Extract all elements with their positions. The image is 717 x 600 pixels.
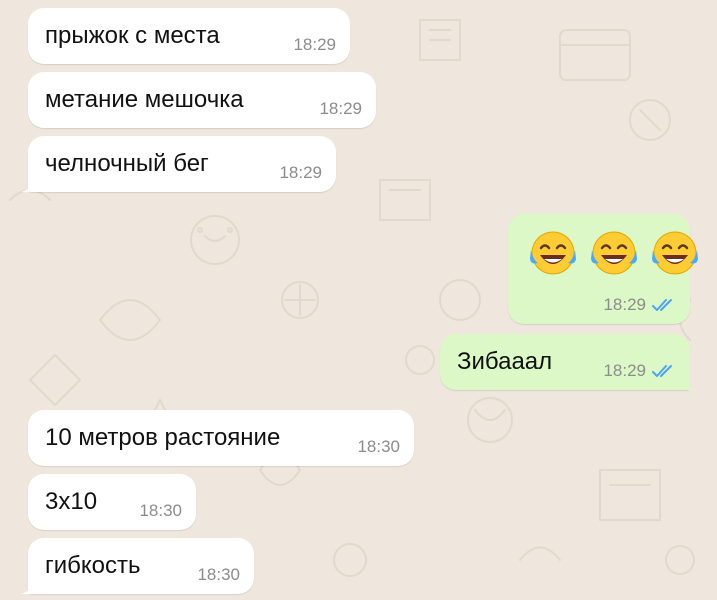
message-text: метание мешочка (45, 86, 244, 113)
laughing-tears-emoji (652, 231, 698, 275)
message-meta: 18:30 (357, 437, 400, 457)
message-time: 18:30 (197, 565, 240, 584)
message-text: гибкость (45, 552, 141, 579)
laughing-tears-emoji (530, 231, 576, 275)
message-bubble-outgoing[interactable]: 18:29 (508, 214, 698, 324)
emoji-row (528, 228, 711, 278)
message-bubble-incoming[interactable]: гибкость 18:30 (21, 538, 254, 594)
message-time: 18:30 (357, 437, 400, 456)
message-time: 18:29 (279, 163, 322, 182)
read-ticks-icon (652, 299, 672, 311)
message-meta: 18:29 (293, 35, 336, 55)
message-meta: 18:29 (279, 163, 322, 183)
message-time: 18:29 (603, 361, 646, 380)
message-meta: 18:30 (197, 565, 240, 585)
message-text: прыжок с места (45, 22, 220, 49)
message-bubble-incoming[interactable]: прыжок с места 18:29 (28, 8, 350, 64)
message-time: 18:29 (293, 35, 336, 54)
message-meta: 18:29 (603, 361, 676, 381)
message-bubble-incoming[interactable]: челночный бег 18:29 (21, 136, 336, 192)
message-meta: 18:29 (603, 295, 676, 315)
message-time: 18:29 (319, 99, 362, 118)
message-text: 10 метров растояние (45, 424, 281, 451)
message-bubble-outgoing[interactable]: Зибааал 18:29 (440, 334, 697, 390)
message-list[interactable]: прыжок с места 18:29 метание мешочка 18:… (0, 0, 717, 600)
message-bubble-incoming[interactable]: 3x10 18:30 (28, 474, 196, 530)
bubble-tail (21, 174, 37, 192)
message-time: 18:29 (603, 295, 646, 314)
message-meta: 18:30 (139, 501, 182, 521)
message-text: челночный бег (45, 150, 209, 177)
message-time: 18:30 (139, 501, 182, 520)
bubble-tail (21, 576, 37, 594)
message-text: Зибааал (457, 348, 553, 375)
message-bubble-incoming[interactable]: 10 метров растояние 18:30 (28, 410, 414, 466)
message-bubble-incoming[interactable]: метание мешочка 18:29 (28, 72, 376, 128)
bubble-tail (681, 372, 697, 390)
laughing-tears-emoji (591, 231, 637, 275)
read-ticks-icon (652, 365, 672, 377)
message-text: 3x10 (45, 488, 98, 515)
message-meta: 18:29 (319, 99, 362, 119)
